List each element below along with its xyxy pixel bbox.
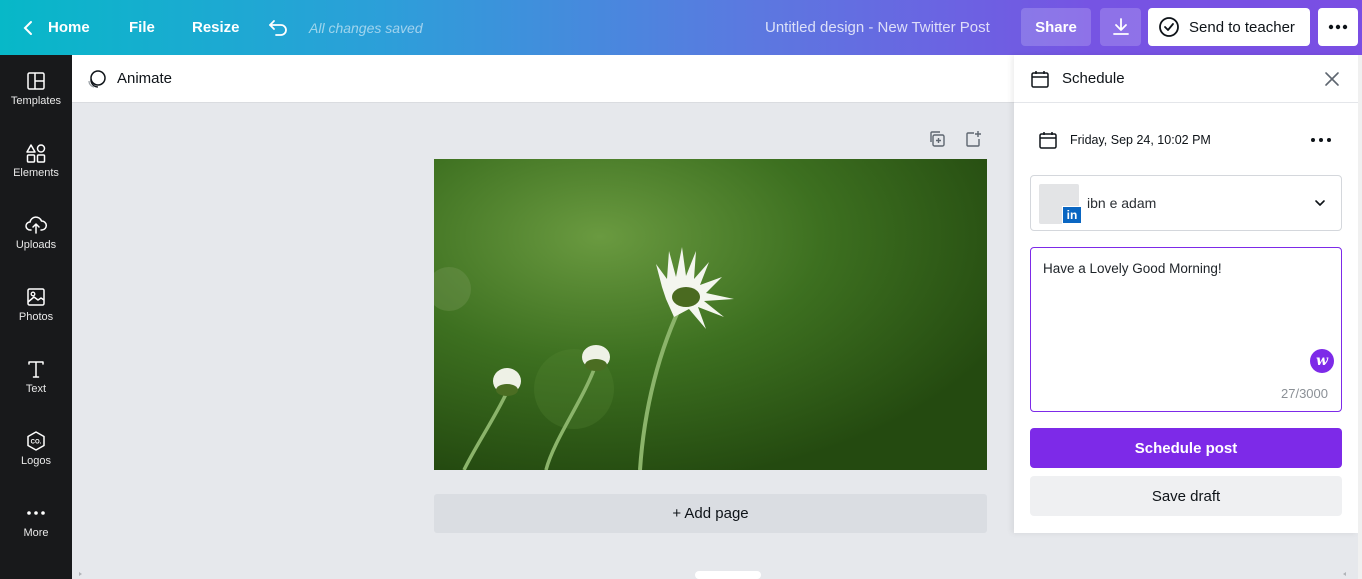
calendar-icon (1039, 132, 1057, 149)
download-icon (1112, 18, 1129, 35)
animate-button[interactable]: Animate (117, 70, 172, 87)
vertical-scrollbar[interactable] (1358, 55, 1362, 579)
resize-button[interactable]: Resize (192, 0, 240, 55)
post-message-text: Have a Lovely Good Morning! (1043, 261, 1222, 276)
calendar-icon (1031, 70, 1049, 88)
send-to-teacher-label: Send to teacher (1189, 18, 1295, 36)
left-sidebar: Templates Elements Uploads Photos Text C… (0, 55, 72, 579)
sidebar-item-logos[interactable]: CO. Logos (0, 415, 72, 487)
check-circle-icon (1159, 17, 1179, 37)
design-title[interactable]: Untitled design - New Twitter Post (765, 0, 990, 55)
templates-icon (27, 72, 45, 90)
post-message-textarea[interactable]: Have a Lovely Good Morning! w 27/3000 (1030, 247, 1342, 412)
share-button[interactable]: Share (1021, 8, 1091, 46)
home-button[interactable]: Home (48, 0, 90, 55)
date-options-ellipsis-icon[interactable] (1310, 131, 1332, 149)
account-selector[interactable]: in ibn e adam (1030, 175, 1342, 231)
ellipsis-icon (1328, 24, 1348, 30)
add-page-button[interactable]: + Add page (434, 494, 987, 533)
chevron-down-icon (1315, 200, 1325, 206)
schedule-datetime: Friday, Sep 24, 10:02 PM (1070, 133, 1211, 147)
design-page-image[interactable] (434, 159, 987, 470)
character-count: 27/3000 (1281, 386, 1328, 401)
schedule-panel-header: Schedule (1014, 55, 1358, 103)
linkedin-icon: in (1062, 206, 1082, 224)
schedule-datetime-picker[interactable]: Friday, Sep 24, 10:02 PM (1038, 127, 1211, 153)
sidebar-item-label: Templates (10, 95, 62, 107)
more-options-button[interactable] (1318, 8, 1358, 46)
horizontal-scrollbar[interactable] (78, 569, 1348, 579)
schedule-post-button[interactable]: Schedule post (1030, 428, 1342, 468)
elements-icon (26, 144, 46, 163)
schedule-panel-title: Schedule (1062, 70, 1125, 87)
svg-text:CO.: CO. (31, 440, 42, 446)
uploads-icon (25, 216, 47, 234)
more-icon (27, 511, 45, 515)
text-icon (28, 361, 44, 378)
close-icon[interactable] (1323, 70, 1341, 88)
sidebar-item-more[interactable]: More (0, 487, 72, 559)
send-to-teacher-button[interactable]: Send to teacher (1148, 8, 1310, 46)
undo-icon[interactable] (266, 0, 290, 55)
duplicate-page-icon[interactable] (928, 130, 946, 148)
sidebar-item-label: More (23, 527, 49, 539)
sidebar-item-templates[interactable]: Templates (0, 55, 72, 127)
schedule-panel: Schedule Friday, Sep 24, 10:02 PM in ibn… (1014, 55, 1358, 533)
writing-assistant-icon[interactable]: w (1310, 349, 1334, 373)
sidebar-item-label: Logos (21, 455, 51, 467)
sidebar-item-text[interactable]: Text (0, 343, 72, 415)
top-bar: Home File Resize All changes saved Untit… (0, 0, 1362, 55)
add-page-icon[interactable] (964, 130, 982, 148)
sidebar-item-label: Uploads (15, 239, 57, 251)
back-chevron-icon[interactable] (20, 0, 36, 55)
file-menu-button[interactable]: File (129, 0, 155, 55)
save-draft-button[interactable]: Save draft (1030, 476, 1342, 516)
sidebar-item-elements[interactable]: Elements (0, 127, 72, 199)
page-tools (928, 130, 982, 148)
animate-icon[interactable] (86, 68, 108, 90)
sidebar-item-label: Text (25, 383, 47, 395)
account-name: ibn e adam (1087, 195, 1157, 211)
sidebar-item-photos[interactable]: Photos (0, 271, 72, 343)
sidebar-item-label: Elements (13, 167, 59, 179)
editor-toolbar: Animate (72, 55, 1014, 103)
sidebar-item-uploads[interactable]: Uploads (0, 199, 72, 271)
photos-icon (27, 288, 45, 306)
save-status-text: All changes saved (309, 19, 423, 36)
download-button[interactable] (1100, 8, 1141, 46)
logos-icon: CO. (27, 431, 45, 451)
sidebar-item-label: Photos (18, 311, 54, 323)
daisy-photo (434, 159, 987, 470)
